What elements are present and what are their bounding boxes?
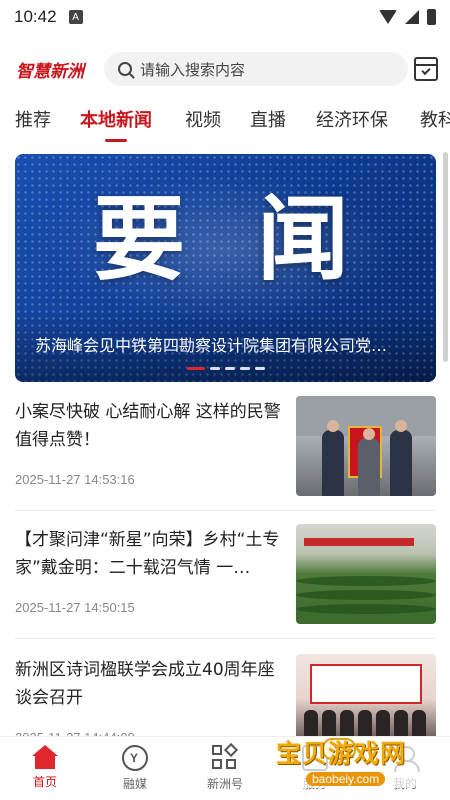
status-time: 10:42 (14, 7, 57, 26)
news-list-item[interactable]: 小案尽快破 心结耐心解 这样的民警值得点赞！ 2025-11-27 14:53:… (15, 396, 436, 514)
status-bar: 10:42 A (0, 0, 450, 34)
battery-icon (427, 9, 436, 25)
news-time: 2025-11-27 14:50:15 (15, 600, 135, 615)
banner-title-char-2: 闻 (257, 186, 350, 293)
media-hex-icon: Y (122, 745, 148, 771)
pager-dot (239, 367, 250, 370)
channel-tabs: 推荐 本地新闻 视频 直播 经济环保 教科 (0, 104, 450, 148)
site-watermark: 宝贝游戏网 baobeiy.com (272, 730, 422, 790)
pager-dot (254, 367, 265, 370)
banner-title-char-1: 要 (93, 186, 186, 293)
home-icon (32, 745, 58, 769)
pager-dot (209, 367, 220, 370)
news-thumbnail (296, 524, 436, 624)
app-header: 智慧新洲 请输入搜索内容 (0, 48, 450, 90)
calendar-check-icon[interactable] (414, 57, 438, 81)
wifi-icon (379, 10, 397, 24)
scrollbar[interactable] (443, 152, 448, 362)
active-tab-indicator (105, 139, 127, 142)
tab-video[interactable]: 视频 (185, 104, 221, 144)
pager-dot (186, 367, 205, 370)
search-icon (118, 62, 132, 76)
app-logo: 智慧新洲 (16, 61, 84, 82)
grid-icon (212, 742, 239, 771)
status-icons (379, 9, 436, 25)
headline-banner[interactable]: 要 闻 苏海峰会见中铁第四勘察设计院集团有限公司党… (15, 154, 436, 382)
watermark-text: 宝贝游戏网 (276, 739, 407, 768)
tab-economy-environment[interactable]: 经济环保 (316, 104, 388, 144)
nav-xinzhou-account[interactable]: 新洲号 (180, 742, 270, 792)
watermark-url: baobeiy.com (306, 772, 386, 786)
news-title: 小案尽快破 心结耐心解 这样的民警值得点赞！ (15, 402, 281, 450)
tab-live[interactable]: 直播 (250, 104, 286, 144)
news-time: 2025-11-27 14:53:16 (15, 472, 135, 487)
search-placeholder: 请输入搜索内容 (140, 60, 246, 79)
list-divider (15, 510, 436, 511)
tab-local-news[interactable]: 本地新闻 (80, 104, 152, 144)
notification-icon: A (68, 10, 83, 24)
banner-caption: 苏海峰会见中铁第四勘察设计院集团有限公司党… (35, 336, 388, 355)
tab-recommend[interactable]: 推荐 (15, 104, 51, 144)
news-title: 【才聚问津“新星”向荣】乡村“土专家”戴金明：二十载沼气情 一… (15, 530, 280, 578)
news-thumbnail (296, 396, 436, 496)
list-divider (15, 638, 436, 639)
search-bar[interactable]: 请输入搜索内容 (104, 52, 408, 86)
signal-icon (405, 10, 419, 24)
news-title: 新洲区诗词楹联学会成立40周年座谈会召开 (15, 660, 275, 708)
tab-education[interactable]: 教科 (420, 104, 450, 144)
nav-home[interactable]: 首页 (0, 745, 90, 790)
nav-media[interactable]: Y 融媒 (90, 745, 180, 792)
news-list-item[interactable]: 【才聚问津“新星”向荣】乡村“土专家”戴金明：二十载沼气情 一… 2025-11… (15, 524, 436, 642)
banner-pager (186, 367, 265, 370)
pager-dot (224, 367, 235, 370)
